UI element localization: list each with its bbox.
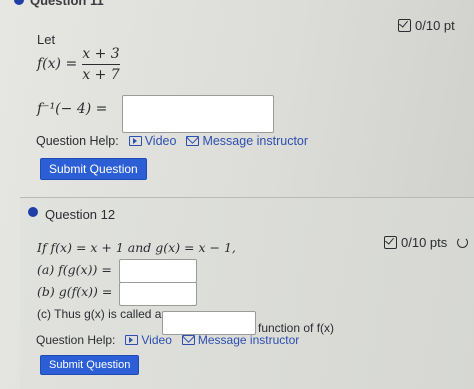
part-c-label: (c) Thus g(x) is called an xyxy=(37,307,169,321)
submit-question-12-button[interactable]: Submit Question xyxy=(40,355,140,375)
submit-question-11-button[interactable]: Submit Question xyxy=(40,158,147,180)
video-link-label: Video xyxy=(144,134,177,148)
question-12-score: 0/10 pts xyxy=(384,235,469,250)
mail-icon xyxy=(186,136,200,146)
video-link[interactable]: Video xyxy=(128,134,177,148)
question-help-label: Question Help: xyxy=(36,134,119,148)
part-b-label: (b) g(f(x)) = xyxy=(37,284,113,299)
question-11-score-text: 0/10 pt xyxy=(415,18,455,33)
part-a-input[interactable] xyxy=(119,259,197,283)
redo-icon[interactable] xyxy=(457,237,469,248)
question-12-bullet xyxy=(28,207,38,217)
part-c-input[interactable] xyxy=(162,311,256,335)
question-11-help: Question Help: Video Message instructor xyxy=(36,134,308,148)
fraction-denominator: x + 7 xyxy=(82,67,120,83)
function-fraction: x + 3 x + 7 xyxy=(82,46,120,83)
question-11-heading: Question 11 xyxy=(30,0,104,8)
video-link-label: Video xyxy=(141,333,172,347)
video-icon xyxy=(128,136,142,146)
part-b-input[interactable] xyxy=(119,282,197,306)
question-12-help: Question Help: Video Message instructor xyxy=(36,333,299,347)
question-help-label: Question Help: xyxy=(36,333,116,347)
check-square-icon xyxy=(384,236,397,249)
inverse-prompt: f⁻¹(− 4) = xyxy=(37,101,108,117)
check-square-icon xyxy=(398,19,411,32)
question-12-heading: Question 12 xyxy=(45,207,116,222)
video-link[interactable]: Video xyxy=(125,333,172,347)
part-a-label: (a) f(g(x)) = xyxy=(37,262,112,277)
question-12-statement: If f(x) = x + 1 and g(x) = x − 1, xyxy=(37,240,236,255)
let-label: Let xyxy=(37,32,56,47)
question-12-score-text: 0/10 pts xyxy=(401,235,448,250)
video-icon xyxy=(125,335,139,345)
fraction-bar xyxy=(82,64,120,65)
fraction-numerator: x + 3 xyxy=(82,46,120,62)
inverse-answer-input[interactable] xyxy=(122,95,274,133)
message-instructor-label: Message instructor xyxy=(202,134,309,148)
function-definition-lhs: f(x) = xyxy=(37,56,78,72)
mail-icon xyxy=(181,335,195,345)
message-instructor-link[interactable]: Message instructor xyxy=(186,134,308,148)
message-instructor-link[interactable]: Message instructor xyxy=(181,333,300,347)
message-instructor-label: Message instructor xyxy=(197,333,300,347)
question-11-score: 0/10 pt xyxy=(398,18,455,33)
